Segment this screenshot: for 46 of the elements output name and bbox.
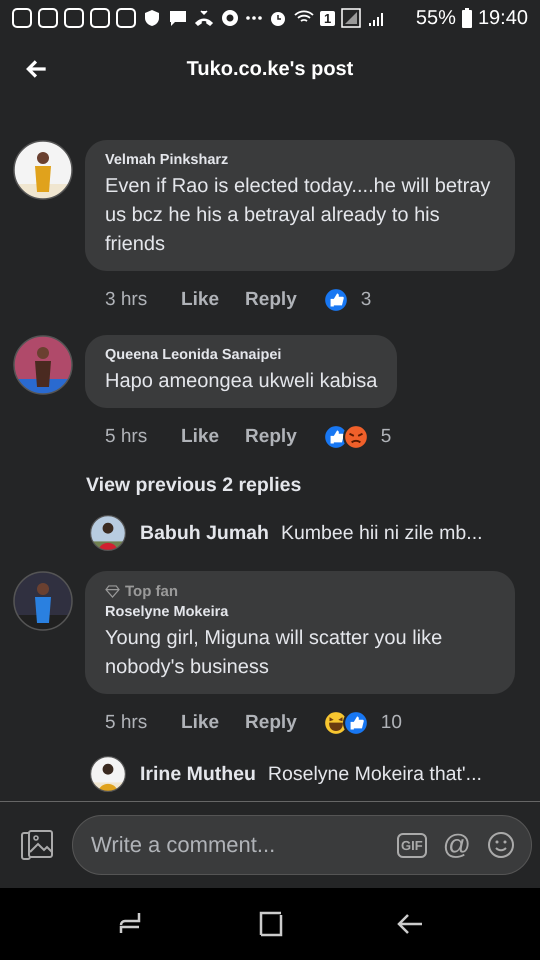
battery-percent: 55% <box>416 6 456 30</box>
notification-icon <box>12 8 32 28</box>
mention-button[interactable]: @ <box>442 831 472 859</box>
comment-time: 5 hrs <box>105 426 148 448</box>
browser-icon <box>220 8 240 28</box>
photo-icon[interactable] <box>20 828 54 862</box>
comment-time: 3 hrs <box>105 289 148 311</box>
comment-text: Even if Rao is elected today....he will betray us bcz he his a betrayal already to his friends <box>105 174 492 257</box>
reply-snippet: Kumbee hii ni zile mb... <box>280 522 483 544</box>
notification-icon <box>90 8 110 28</box>
commenter-name: Velmah Pinksharz <box>105 152 230 168</box>
reply-link[interactable]: Reply <box>245 289 297 311</box>
like-link[interactable]: Like <box>181 712 220 734</box>
sim-icon: 1 <box>320 10 336 26</box>
page-title: Tuko.co.ke's post <box>186 58 354 80</box>
more-icon <box>246 16 262 20</box>
signal-icon <box>341 8 362 28</box>
notification-icon <box>116 8 136 28</box>
reaction-count: 3 <box>360 289 372 311</box>
notification-icon <box>38 8 58 28</box>
comment-text: Hapo ameongea ukweli kabisa <box>105 369 378 394</box>
reply-snippet: Roselyne Mokeira that'... <box>268 762 482 786</box>
emoji-icon[interactable] <box>487 831 516 859</box>
top-fan-label: Top fan <box>125 583 178 600</box>
reply-link[interactable]: Reply <box>245 426 297 448</box>
shield-icon <box>142 8 162 28</box>
reaction-count: 5 <box>380 426 392 448</box>
missed-call-icon <box>194 8 214 28</box>
chat-icon <box>168 8 188 28</box>
view-replies-link[interactable]: View previous 2 replies <box>0 452 540 497</box>
clock: 19:40 <box>478 6 528 30</box>
reply-link[interactable]: Reply <box>245 712 297 734</box>
reply-author: Babuh Jumah <box>140 522 269 544</box>
commenter-name: Queena Leonida Sanaipei <box>105 347 282 363</box>
like-link[interactable]: Like <box>181 289 220 311</box>
like-link[interactable]: Like <box>181 426 220 448</box>
comment-time: 5 hrs <box>105 712 148 734</box>
comment-text: Young girl, Miguna will scatter you like nobody's business <box>105 626 444 680</box>
gif-button[interactable]: GIF <box>397 832 427 858</box>
diamond-icon <box>105 585 120 598</box>
comment-field[interactable]: Write a comment... GIF @ <box>72 815 532 875</box>
notification-icon <box>64 8 84 28</box>
reaction-count: 10 <box>380 712 402 734</box>
reply-author: Irine Mutheu <box>140 762 256 786</box>
battery-icon <box>462 8 472 28</box>
commenter-name: Roselyne Mokeira <box>105 604 230 620</box>
